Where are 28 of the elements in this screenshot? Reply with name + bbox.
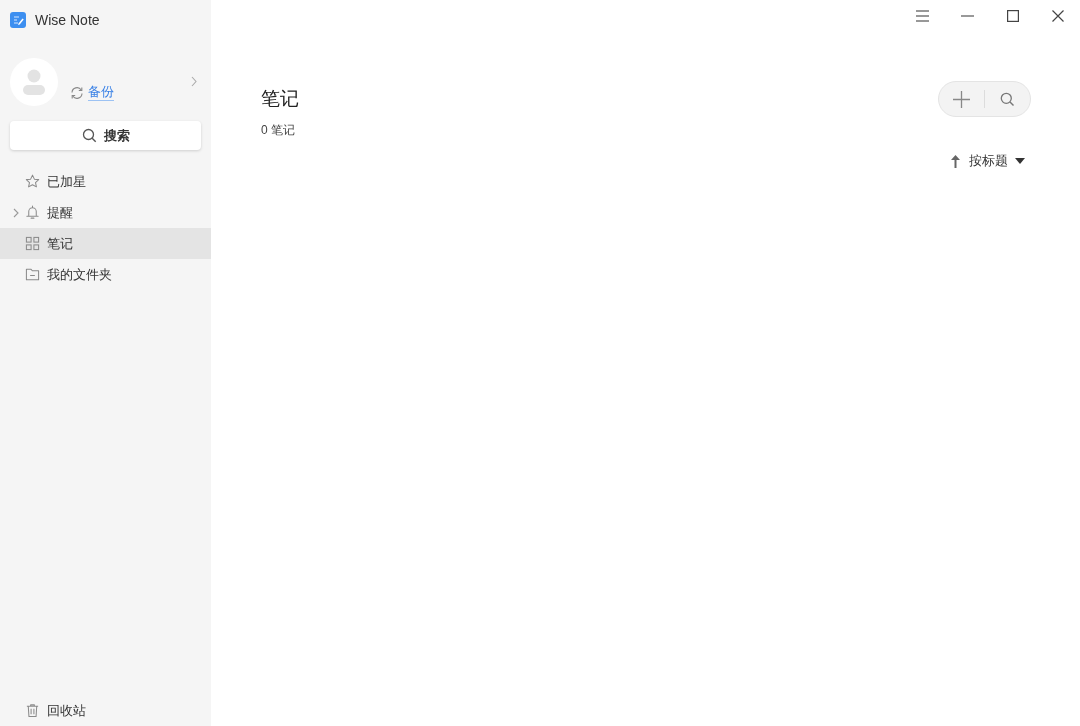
search-button[interactable]: 搜索 <box>10 121 201 150</box>
note-count: 0 笔记 <box>261 122 296 139</box>
star-icon <box>25 174 40 189</box>
sync-icon <box>70 85 84 100</box>
chevron-right-icon[interactable] <box>191 76 197 87</box>
menu-icon <box>916 10 929 22</box>
folder-icon <box>25 267 40 282</box>
sidebar-item[interactable]: 已加星 <box>0 166 211 197</box>
search-icon <box>81 128 97 143</box>
app-title: Wise Note <box>35 12 100 28</box>
sort-button[interactable]: 按标题 <box>951 152 1025 170</box>
close-icon <box>1051 10 1064 22</box>
page-title: 笔记 <box>261 87 299 111</box>
sidebar-item[interactable]: 提醒 <box>0 197 211 228</box>
caret-down-icon <box>1015 158 1025 164</box>
sidebar-item[interactable]: 我的文件夹 <box>0 259 211 290</box>
maximize-icon <box>1006 10 1019 22</box>
trash-icon <box>25 703 40 718</box>
app-logo-icon <box>10 12 26 28</box>
search-icon <box>1000 91 1015 107</box>
trash-item[interactable]: 回收站 <box>0 695 211 726</box>
chevron-icon[interactable] <box>13 207 19 218</box>
grid-icon <box>25 236 40 251</box>
minimize-icon <box>961 15 974 17</box>
backup-link[interactable]: 备份 <box>88 84 114 101</box>
plus-icon <box>953 90 970 108</box>
bell-icon <box>25 205 40 220</box>
sidebar-item[interactable]: 笔记 <box>0 228 211 259</box>
